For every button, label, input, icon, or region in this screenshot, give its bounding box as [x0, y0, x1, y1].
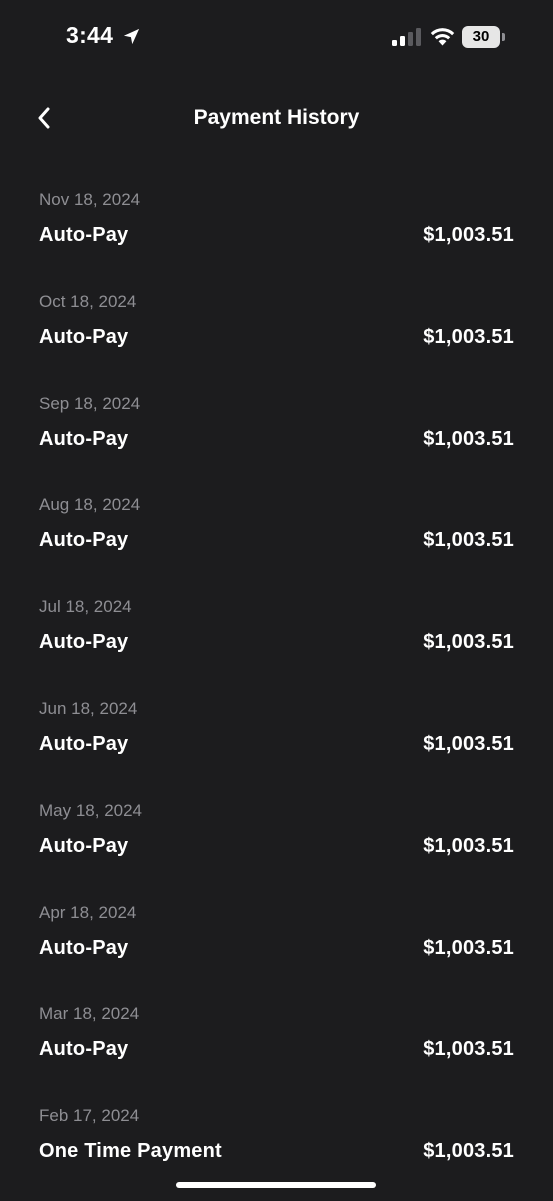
payment-amount: $1,003.51: [423, 631, 514, 654]
payment-row[interactable]: Mar 18, 2024 Auto-Pay $1,003.51: [0, 997, 553, 1099]
cellular-signal-icon: [392, 28, 421, 46]
payment-amount: $1,003.51: [423, 529, 514, 552]
payment-row[interactable]: Sep 18, 2024 Auto-Pay $1,003.51: [0, 387, 553, 489]
payment-amount: $1,003.51: [423, 732, 514, 755]
payment-date: Aug 18, 2024: [39, 495, 141, 515]
nav-header: Payment History: [0, 92, 553, 148]
payment-row[interactable]: Apr 18, 2024 Auto-Pay $1,003.51: [0, 896, 553, 998]
payment-type: Auto-Pay: [39, 1038, 129, 1061]
location-arrow-icon: [123, 28, 140, 45]
payment-list: Nov 18, 2024 Auto-Pay $1,003.51 Oct 18, …: [0, 183, 553, 1201]
payment-row[interactable]: May 18, 2024 Auto-Pay $1,003.51: [0, 794, 553, 896]
payment-row[interactable]: Oct 18, 2024 Auto-Pay $1,003.51: [0, 285, 553, 387]
payment-row[interactable]: Jun 18, 2024 Auto-Pay $1,003.51: [0, 692, 553, 794]
battery-level: 30: [462, 26, 500, 48]
payment-date: Mar 18, 2024: [39, 1004, 140, 1024]
payment-date: May 18, 2024: [39, 800, 143, 820]
battery-icon: 30: [462, 26, 506, 48]
payment-type: Auto-Pay: [39, 936, 129, 959]
status-time: 3:44: [66, 22, 114, 48]
home-indicator[interactable]: [176, 1182, 376, 1188]
payment-amount: $1,003.51: [423, 834, 514, 857]
payment-type: Auto-Pay: [39, 427, 129, 450]
battery-tip: [502, 33, 505, 41]
payment-type: Auto-Pay: [39, 224, 129, 246]
payment-type: Auto-Pay: [39, 325, 129, 348]
payment-amount: $1,003.51: [423, 224, 514, 246]
payment-date: Apr 18, 2024: [39, 902, 137, 922]
payment-row[interactable]: Aug 18, 2024 Auto-Pay $1,003.51: [0, 488, 553, 590]
payment-date: Jun 18, 2024: [39, 698, 138, 718]
payment-date: Oct 18, 2024: [39, 291, 137, 311]
payment-amount: $1,003.51: [423, 936, 514, 959]
payment-type: Auto-Pay: [39, 529, 129, 552]
payment-type: Auto-Pay: [39, 732, 129, 755]
payment-amount: $1,003.51: [423, 325, 514, 348]
payment-amount: $1,003.51: [423, 1140, 514, 1163]
payment-type: Auto-Pay: [39, 834, 129, 857]
payment-date: Jul 18, 2024: [39, 597, 132, 617]
payment-row[interactable]: Nov 18, 2024 Auto-Pay $1,003.51: [0, 183, 553, 285]
page-title: Payment History: [193, 106, 360, 129]
payment-type: Auto-Pay: [39, 631, 129, 654]
payment-date: Feb 17, 2024: [39, 1106, 140, 1126]
payment-row[interactable]: Jul 18, 2024 Auto-Pay $1,003.51: [0, 590, 553, 692]
payment-date: Sep 18, 2024: [39, 393, 141, 413]
payment-amount: $1,003.51: [423, 427, 514, 450]
wifi-icon: [430, 28, 455, 46]
payment-date: Nov 18, 2024: [39, 190, 141, 209]
status-bar: 3:44 30: [0, 0, 553, 76]
payment-amount: $1,003.51: [423, 1038, 514, 1061]
payment-type: One Time Payment: [39, 1140, 222, 1163]
